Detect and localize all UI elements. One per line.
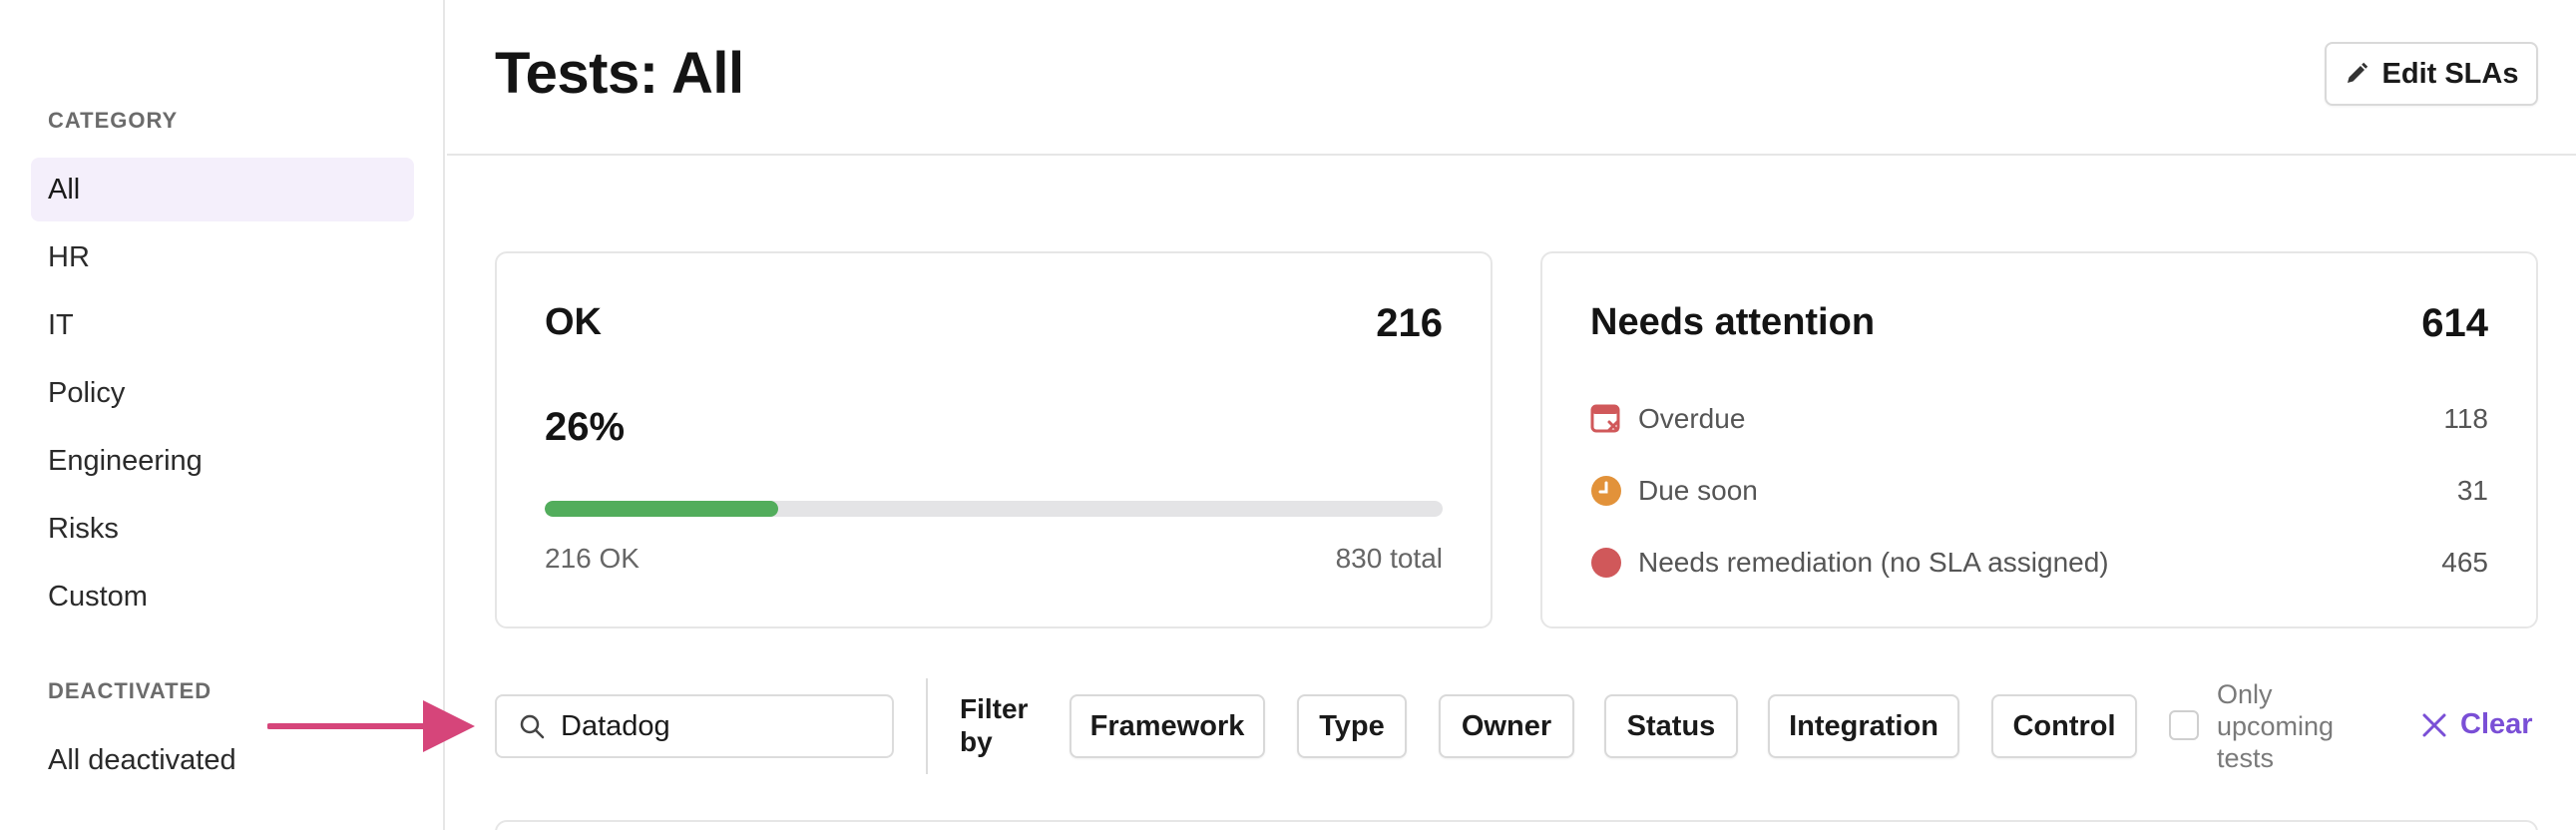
type-filter-button[interactable]: Type: [1297, 694, 1407, 758]
deactivated-section-title: DEACTIVATED: [48, 678, 213, 703]
needs-remediation-label: Needs remediation (no SLA assigned): [1638, 547, 2109, 578]
clear-filters-button[interactable]: Clear: [2420, 708, 2533, 741]
filter-by-label: Filter by: [960, 693, 1029, 757]
edit-slas-button[interactable]: Edit SLAs: [2325, 42, 2538, 106]
sidebar-item-policy[interactable]: Policy: [31, 361, 414, 425]
needs-remediation-value: 465: [2441, 547, 2488, 578]
only-upcoming-label: Only upcoming tests: [2217, 679, 2335, 773]
edit-slas-label: Edit SLAs: [2381, 57, 2519, 90]
overdue-value: 118: [2443, 403, 2488, 434]
due-soon-value: 31: [2456, 475, 2488, 506]
search-input[interactable]: [561, 709, 880, 743]
search-field[interactable]: [495, 694, 894, 758]
sidebar-item-hr[interactable]: HR: [31, 225, 414, 289]
status-filter-button[interactable]: Status: [1604, 694, 1738, 758]
owner-filter-button[interactable]: Owner: [1439, 694, 1574, 758]
needs-attention-count: 614: [2421, 301, 2488, 345]
ok-count-label: 216 OK: [545, 543, 640, 574]
sidebar-item-label: All: [48, 173, 81, 206]
calendar-x-icon: [1590, 403, 1622, 435]
control-filter-button[interactable]: Control: [1991, 694, 2137, 758]
ok-card-count: 216: [1376, 301, 1443, 345]
annotation-arrow-icon: [267, 700, 475, 752]
overdue-row[interactable]: Overdue 118: [1590, 399, 2488, 439]
sidebar-item-all[interactable]: All: [31, 158, 414, 221]
ok-percent: 26%: [545, 405, 626, 449]
sidebar-item-label: All deactivated: [48, 743, 236, 776]
pencil-icon: [2347, 62, 2367, 83]
clear-label: Clear: [2460, 708, 2533, 740]
sidebar-item-label: Custom: [48, 580, 148, 613]
ok-progress-fill: [545, 501, 778, 517]
page-title: Tests: All: [495, 41, 744, 106]
total-count-label: 830 total: [1335, 543, 1443, 574]
ok-progress-bar: [545, 501, 1443, 517]
sidebar-item-label: Risks: [48, 512, 119, 545]
framework-filter-button[interactable]: Framework: [1070, 694, 1265, 758]
sidebar-item-risks[interactable]: Risks: [31, 497, 414, 561]
filter-divider: [926, 678, 928, 774]
sidebar-item-label: HR: [48, 240, 90, 273]
sidebar-item-it[interactable]: IT: [31, 293, 414, 357]
category-section-title: CATEGORY: [48, 108, 179, 133]
integration-filter-button[interactable]: Integration: [1768, 694, 1959, 758]
overdue-label: Overdue: [1638, 403, 1746, 434]
sidebar-item-label: Policy: [48, 376, 126, 409]
needs-attention-title: Needs attention: [1590, 301, 1876, 343]
red-dot-icon: [1590, 547, 1622, 579]
sidebar-item-engineering[interactable]: Engineering: [31, 429, 414, 493]
only-upcoming-checkbox[interactable]: [2169, 710, 2199, 740]
due-soon-row[interactable]: Due soon 31: [1590, 471, 2488, 511]
sidebar-item-custom[interactable]: Custom: [31, 565, 414, 628]
needs-remediation-row[interactable]: Needs remediation (no SLA assigned) 465: [1590, 543, 2488, 583]
results-table-container: [495, 820, 2538, 830]
ok-card-title: OK: [545, 301, 602, 343]
needs-attention-card: Needs attention 614 Overdue 118 Due soon…: [1540, 251, 2538, 628]
sidebar-item-label: IT: [48, 308, 74, 341]
search-icon: [520, 714, 545, 739]
due-soon-label: Due soon: [1638, 475, 1758, 506]
sidebar-item-label: Engineering: [48, 444, 203, 477]
clock-icon: [1590, 475, 1622, 507]
page-header: Tests: All Edit SLAs: [447, 0, 2576, 156]
ok-card: OK 216 26% 216 OK 830 total: [495, 251, 1493, 628]
close-icon: [2422, 713, 2446, 736]
